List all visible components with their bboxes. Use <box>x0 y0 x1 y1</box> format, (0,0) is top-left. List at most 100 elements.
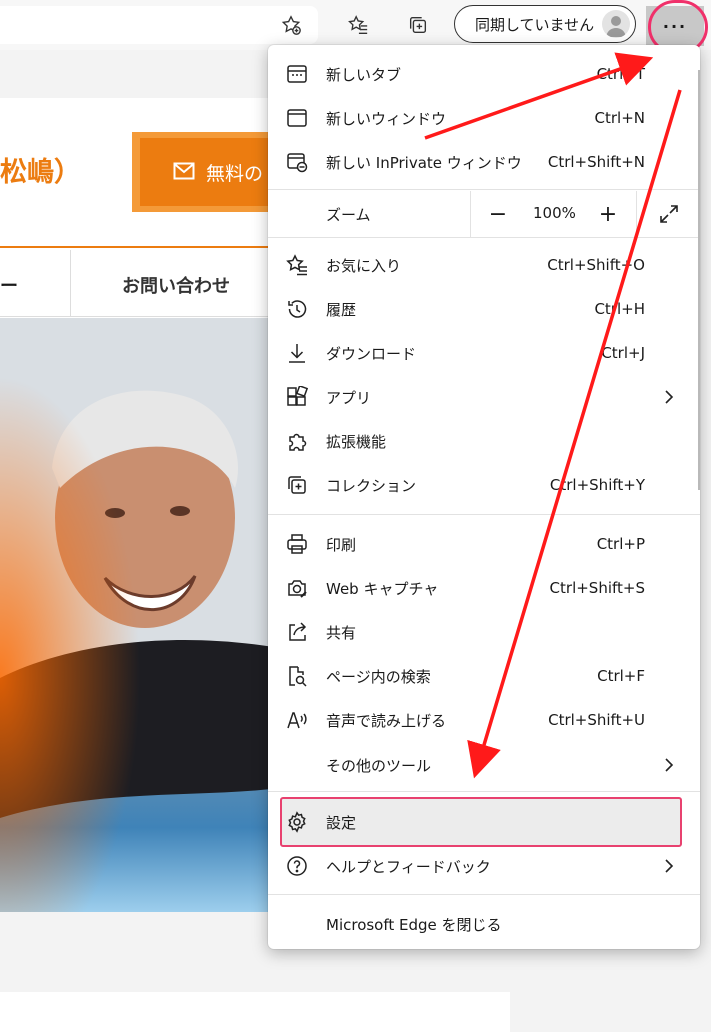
new-tab-icon <box>286 63 308 85</box>
chevron-right-icon <box>660 856 678 876</box>
menu-label: 共有 <box>326 623 357 642</box>
menu-label: 音声で読み上げる <box>326 711 447 730</box>
nav-item-truncated[interactable]: ー <box>0 272 18 298</box>
plus-icon: + <box>598 201 618 227</box>
menu-item-settings[interactable]: 設定 <box>268 800 700 844</box>
web-capture-icon <box>286 577 308 599</box>
menu-item-extensions[interactable]: 拡張機能 <box>268 419 700 463</box>
extensions-icon <box>286 430 308 452</box>
site-title: 松嶋） <box>0 157 81 188</box>
menu-item-downloads[interactable]: ダウンロード Ctrl+J <box>268 331 700 375</box>
menu-item-print[interactable]: 印刷 Ctrl+P <box>268 522 700 566</box>
menu-label: 新しいタブ <box>326 65 402 84</box>
inprivate-icon <box>286 151 308 173</box>
menu-item-find[interactable]: ページ内の検索 Ctrl+F <box>268 654 700 698</box>
menu-item-more-tools[interactable]: その他のツール <box>268 743 700 787</box>
menu-divider <box>268 189 700 190</box>
menu-shortcut: Ctrl+Shift+S <box>549 579 645 597</box>
menu-label: ページ内の検索 <box>326 667 431 686</box>
menu-label: 履歴 <box>326 300 357 319</box>
menu-item-collections[interactable]: コレクション Ctrl+Shift+Y <box>268 463 700 507</box>
help-icon <box>286 855 308 877</box>
menu-item-help[interactable]: ヘルプとフィードバック <box>268 844 700 888</box>
nav-item-contact[interactable]: お問い合わせ <box>122 272 230 298</box>
find-in-page-icon <box>286 665 308 687</box>
favorites-icon <box>286 254 308 276</box>
read-aloud-icon <box>286 709 308 731</box>
nav-rule <box>0 246 280 248</box>
menu-shortcut: Ctrl+T <box>596 65 645 83</box>
menu-item-close-edge[interactable]: Microsoft Edge を閉じる <box>268 902 700 946</box>
star-add-icon[interactable] <box>276 10 306 40</box>
zoom-divider <box>636 191 637 237</box>
menu-shortcut: Ctrl+P <box>596 535 645 553</box>
menu-item-new-inprivate[interactable]: 新しい InPrivate ウィンドウ Ctrl+Shift+N <box>268 140 700 184</box>
menu-item-apps[interactable]: アプリ <box>268 375 700 419</box>
zoom-out-button[interactable]: − <box>483 199 513 229</box>
menu-label: 新しいウィンドウ <box>326 109 447 128</box>
favorites-icon[interactable] <box>343 10 373 40</box>
menu-divider <box>268 237 700 238</box>
zoom-in-button[interactable]: + <box>593 199 623 229</box>
menu-label: コレクション <box>326 476 417 495</box>
site-nav: ー お問い合わせ <box>0 250 280 317</box>
menu-scrollbar[interactable] <box>696 70 702 490</box>
menu-divider <box>268 894 700 895</box>
zoom-label: ズーム <box>326 206 371 224</box>
new-window-icon <box>286 107 308 129</box>
settings-and-more-menu: 新しいタブ Ctrl+T 新しいウィンドウ Ctrl+N 新しい InPriva… <box>268 45 700 949</box>
menu-label: その他のツール <box>326 756 432 775</box>
content-card <box>0 992 510 1032</box>
gear-icon <box>286 811 308 833</box>
cta-label: 無料の <box>206 162 264 185</box>
menu-label: Microsoft Edge を閉じる <box>326 915 502 934</box>
zoom-divider <box>470 191 471 237</box>
mail-icon <box>173 162 195 180</box>
menu-item-favorites[interactable]: お気に入り Ctrl+Shift+O <box>268 243 700 287</box>
menu-divider <box>268 514 700 515</box>
print-icon <box>286 533 308 555</box>
fullscreen-icon <box>660 205 678 223</box>
menu-item-web-capture[interactable]: Web キャプチャ Ctrl+Shift+S <box>268 566 700 610</box>
zoom-row: ズーム − 100% + <box>268 191 700 237</box>
menu-item-share[interactable]: 共有 <box>268 610 700 654</box>
menu-item-history[interactable]: 履歴 Ctrl+H <box>268 287 700 331</box>
menu-label: 印刷 <box>326 535 357 554</box>
menu-label: アプリ <box>326 388 372 407</box>
collections-icon[interactable] <box>403 10 433 40</box>
menu-shortcut: Ctrl+F <box>597 667 645 685</box>
share-icon <box>286 621 308 643</box>
fullscreen-button[interactable] <box>654 199 684 229</box>
minus-icon: − <box>488 201 508 227</box>
menu-label: 拡張機能 <box>326 432 387 451</box>
chevron-right-icon <box>660 387 678 407</box>
menu-shortcut: Ctrl+Shift+N <box>547 153 645 171</box>
menu-shortcut: Ctrl+H <box>594 300 645 318</box>
avatar-icon <box>602 10 630 38</box>
zoom-value: 100% <box>533 204 576 222</box>
menu-label: ヘルプとフィードバック <box>326 857 491 876</box>
nav-divider <box>70 250 71 316</box>
collections-icon <box>286 474 308 496</box>
hero-image <box>0 318 280 914</box>
download-icon <box>286 342 308 364</box>
menu-item-read-aloud[interactable]: 音声で読み上げる Ctrl+Shift+U <box>268 698 700 742</box>
apps-icon <box>286 384 309 408</box>
menu-shortcut: Ctrl+Shift+Y <box>549 476 645 494</box>
menu-shortcut: Ctrl+Shift+O <box>547 256 645 274</box>
menu-shortcut: Ctrl+N <box>594 109 645 127</box>
menu-label: 設定 <box>326 813 357 832</box>
browser-toolbar: 同期していません ··· <box>0 0 711 54</box>
sync-profile-button[interactable]: 同期していません <box>454 5 636 43</box>
address-bar[interactable] <box>0 6 318 44</box>
history-icon <box>286 298 308 320</box>
menu-item-new-window[interactable]: 新しいウィンドウ Ctrl+N <box>268 96 700 140</box>
menu-item-new-tab[interactable]: 新しいタブ Ctrl+T <box>268 52 700 96</box>
free-consult-button[interactable]: 無料の <box>140 138 272 206</box>
menu-shortcut: Ctrl+J <box>601 344 645 362</box>
menu-divider <box>268 791 700 792</box>
menu-label: ダウンロード <box>326 344 417 363</box>
menu-shortcut: Ctrl+Shift+U <box>548 711 645 729</box>
menu-label: 新しい InPrivate ウィンドウ <box>326 153 522 172</box>
menu-label: お気に入り <box>326 256 402 275</box>
